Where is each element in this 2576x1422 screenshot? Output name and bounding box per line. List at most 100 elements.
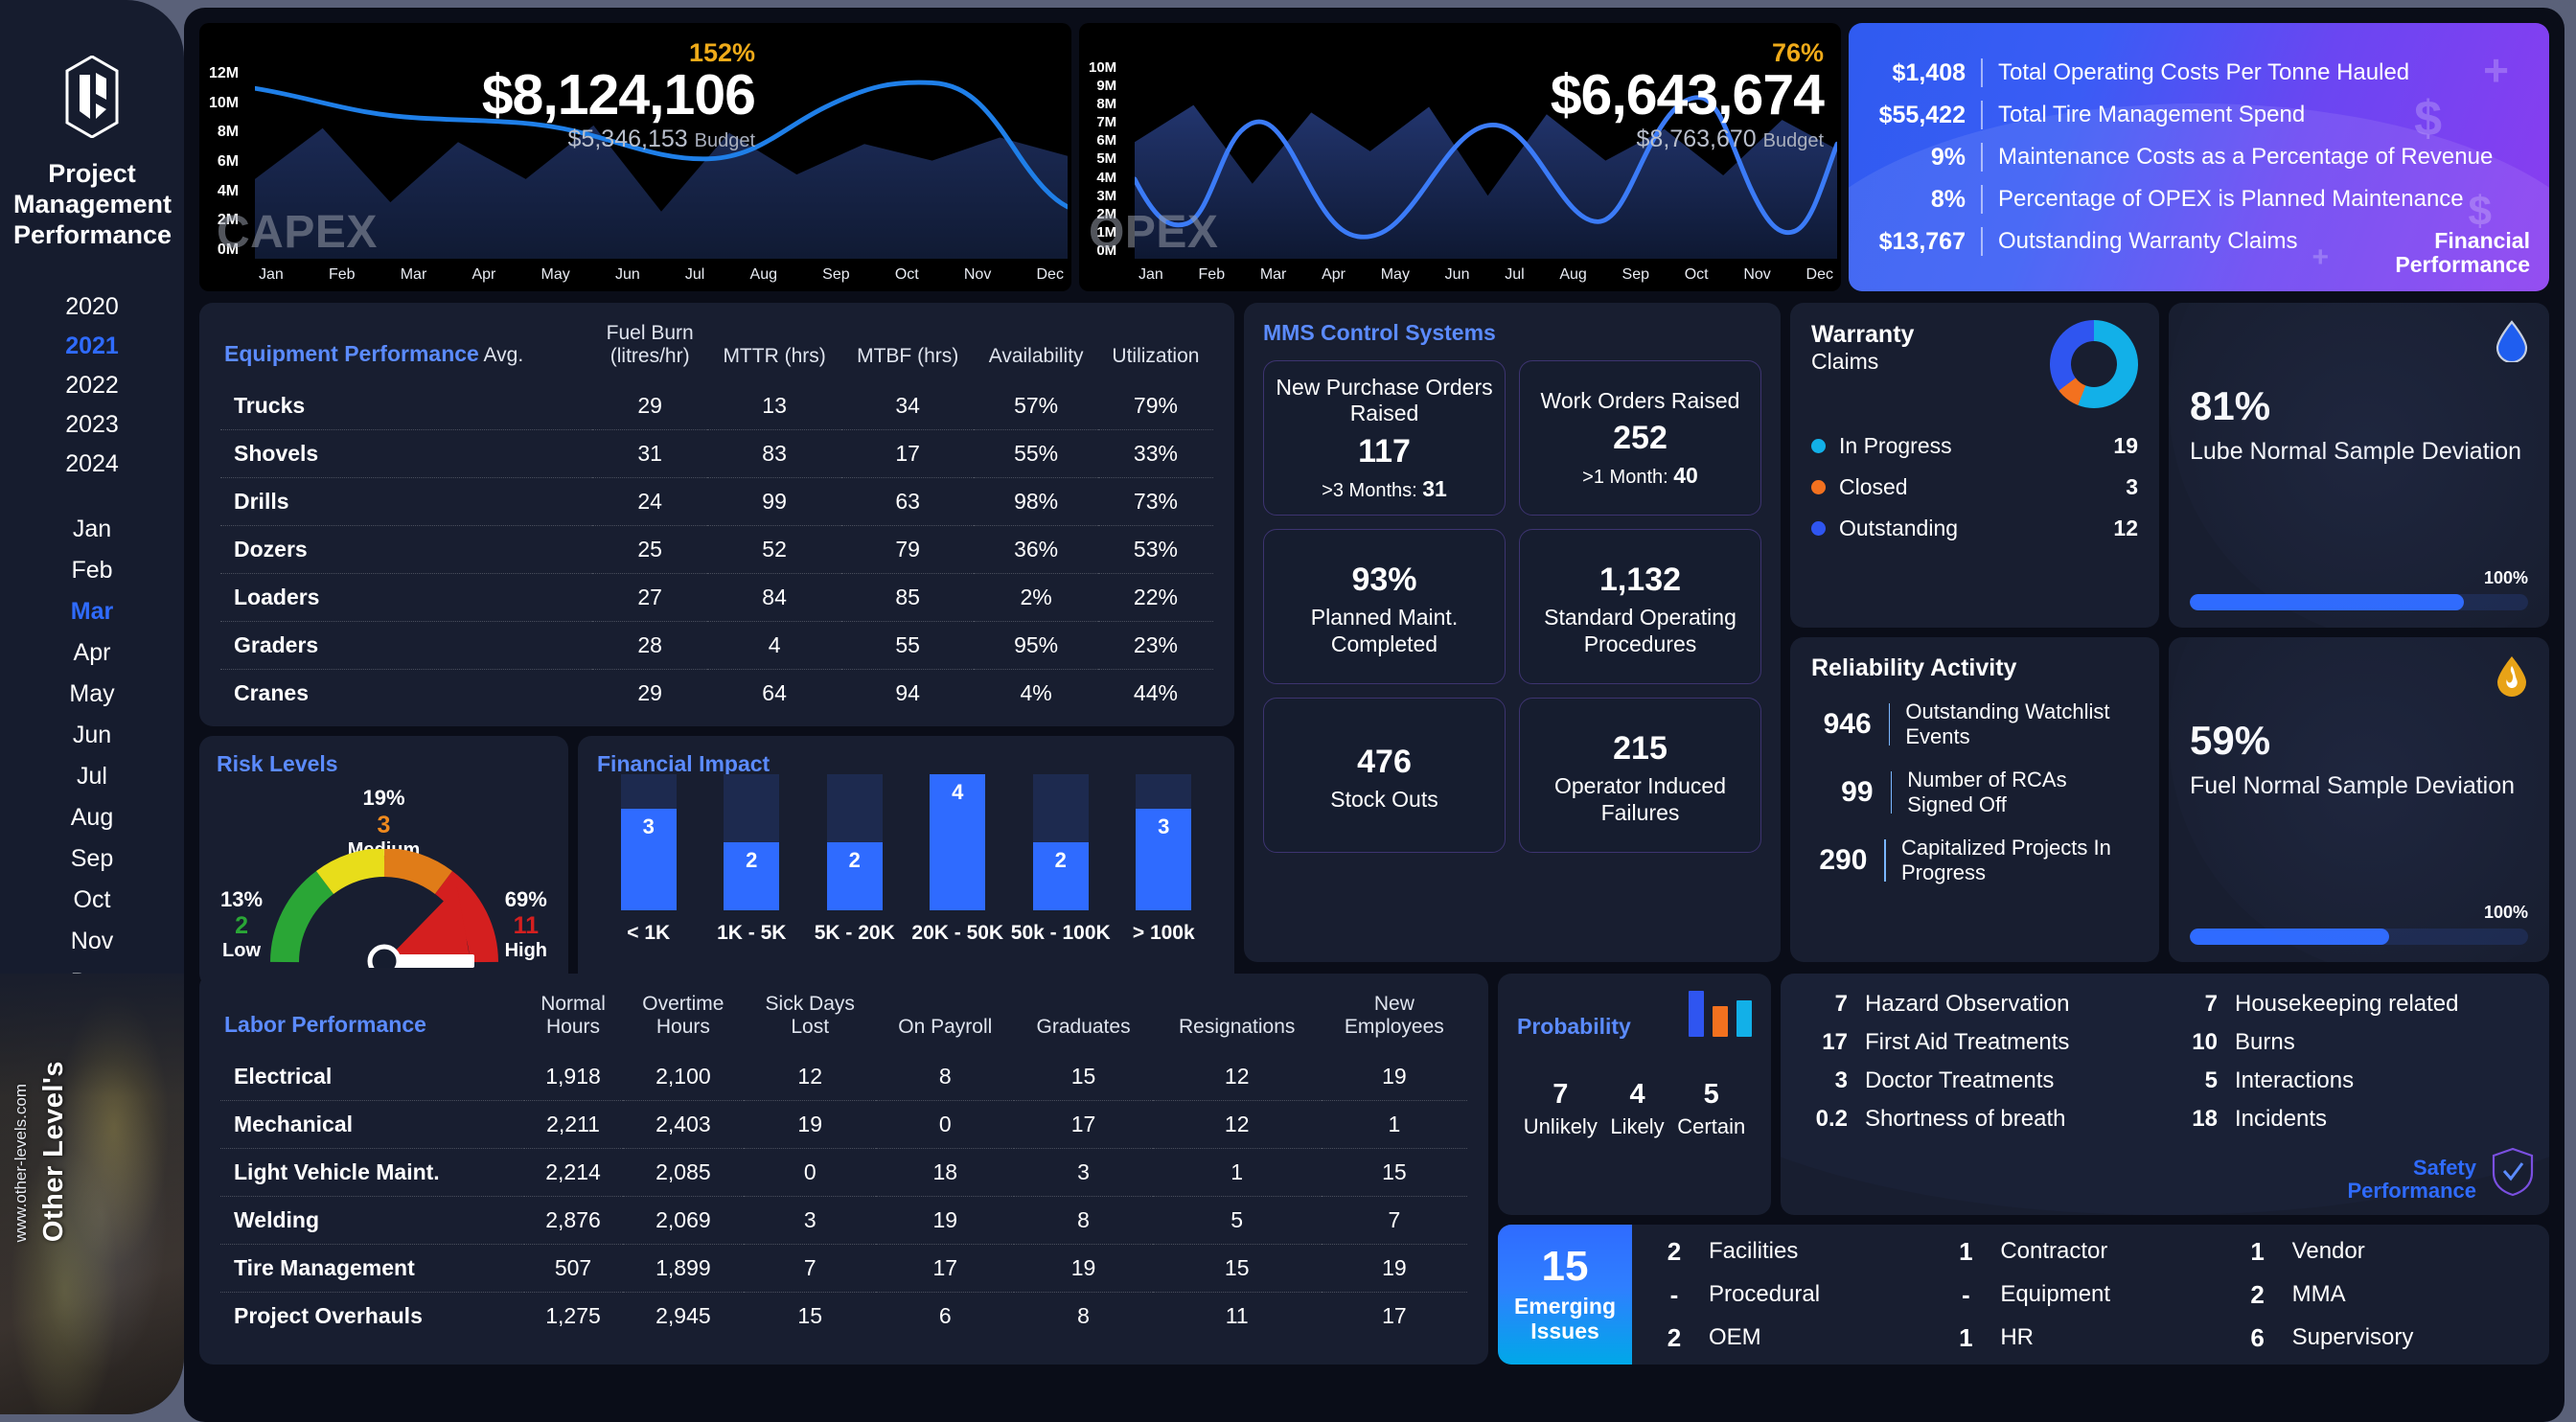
equipment-title-blue: Equipment Performance	[224, 341, 479, 366]
equipment-table-header: Equipment Performance Avg.Fuel Burn(litr…	[220, 320, 1213, 382]
capex-xtick: Aug	[750, 266, 777, 284]
mms-tile[interactable]: 1,132Standard Operating Procedures	[1519, 529, 1761, 684]
emerging-issues-panel: 15 EmergingIssues 2Facilities1Contractor…	[1498, 1225, 2549, 1365]
bar-label: < 1K	[627, 922, 670, 945]
warranty-legend-label: Outstanding	[1839, 516, 2113, 541]
sidebar-item-month-Nov[interactable]: Nov	[0, 921, 184, 962]
warranty-donut-chart[interactable]	[2050, 320, 2138, 408]
sidebar-item-month-Jan[interactable]: Jan	[0, 509, 184, 550]
emerging-issue-item: 2Facilities	[1653, 1237, 1944, 1267]
sidebar-item-month-Mar[interactable]: Mar	[0, 591, 184, 632]
mms-tile[interactable]: 93%Planned Maint. Completed	[1263, 529, 1506, 684]
equipment-row-name: Drills	[220, 478, 592, 526]
equipment-cell: 64	[707, 670, 841, 718]
opex-budget-value: $8,763,670	[1637, 126, 1757, 152]
equipment-cell: 99	[707, 478, 841, 526]
capex-xtick: Feb	[329, 266, 356, 284]
warranty-legend-label: Closed	[1839, 474, 2126, 500]
sidebar-item-month-Aug[interactable]: Aug	[0, 797, 184, 838]
reliability-label: Number of RCAs Signed Off	[1907, 768, 2138, 818]
labor-cell: 18	[876, 1149, 1014, 1197]
emerging-issue-label: Equipment	[1987, 1281, 2110, 1308]
mms-tile[interactable]: New Purchase Orders Raised117>3 Months: …	[1263, 360, 1506, 516]
labor-cell: 3	[744, 1197, 876, 1245]
emerging-issue-value: 1	[1944, 1323, 1987, 1353]
labor-table-title: Labor Performance	[220, 991, 524, 1053]
labor-cell: 1,918	[524, 1053, 623, 1101]
probability-value: 4	[1610, 1079, 1664, 1111]
safety-value: 0.2	[1804, 1106, 1865, 1133]
labor-cell: 15	[744, 1293, 876, 1341]
mms-tile-number: 1,132	[1599, 562, 1681, 599]
sidebar-item-year-2022[interactable]: 2022	[0, 366, 184, 405]
labor-cell: 6	[876, 1293, 1014, 1341]
reliability-label: Capitalized Projects In Progress	[1901, 836, 2138, 886]
risk-low-count: 2	[220, 911, 263, 940]
table-row: Welding2,8762,069319857	[220, 1197, 1467, 1245]
table-row: Graders2845595%23%	[220, 622, 1213, 670]
sidebar-item-month-Sep[interactable]: Sep	[0, 838, 184, 880]
mid-row: Equipment Performance Avg.Fuel Burn(litr…	[190, 291, 2559, 962]
labor-cell: 2,069	[623, 1197, 745, 1245]
lube-deviation-panel: 81% Lube Normal Sample Deviation 100%	[2169, 303, 2549, 628]
flame-icon	[2496, 654, 2528, 701]
probability-cell: 5Certain	[1677, 1079, 1745, 1139]
sidebar-item-year-2021[interactable]: 2021	[0, 327, 184, 366]
emerging-issue-value: 6	[2237, 1323, 2279, 1353]
emerging-issue-label: Vendor	[2279, 1238, 2365, 1265]
equipment-cell: 36%	[974, 526, 1098, 574]
sidebar-item-year-2023[interactable]: 2023	[0, 405, 184, 445]
equipment-cell: 29	[592, 382, 707, 430]
risk-medium-count: 3	[348, 811, 421, 839]
safety-row: 3Doctor Treatments	[1804, 1067, 2156, 1094]
sidebar-item-month-Feb[interactable]: Feb	[0, 550, 184, 591]
safety-value: 7	[2174, 991, 2235, 1018]
warranty-legend-value: 19	[2113, 433, 2138, 459]
labor-cell: 12	[744, 1053, 876, 1101]
legend-dot-icon	[1811, 480, 1826, 494]
bar-track: 3	[1136, 774, 1191, 910]
mms-tile[interactable]: Work Orders Raised252>1 Month: 40	[1519, 360, 1761, 516]
opex-xtick: Feb	[1199, 266, 1226, 284]
fuel-progress: 100%	[2190, 903, 2528, 945]
sidebar-item-month-May[interactable]: May	[0, 674, 184, 715]
month-filter-list: JanFebMarAprMayJunJulAugSepOctNovDec	[0, 509, 184, 1003]
opex-xtick: Apr	[1322, 266, 1346, 284]
opex-chart-card[interactable]: 10M9M8M7M6M5M4M3M2M1M0M OPEX 76%	[1079, 23, 1841, 291]
labor-column-header: Sick DaysLost	[744, 991, 876, 1053]
emerging-issue-label: Procedural	[1695, 1281, 1820, 1308]
sidebar-item-year-2020[interactable]: 2020	[0, 287, 184, 327]
sidebar-item-month-Jun[interactable]: Jun	[0, 715, 184, 756]
capex-ytick: 10M	[209, 95, 239, 112]
labor-cell: 2,100	[623, 1053, 745, 1101]
col-line-2: Hours	[528, 1016, 619, 1039]
capex-chart-card[interactable]: 12M10M8M6M4M2M0M CAPEX 152%	[199, 23, 1071, 291]
emerging-issues-count: 15	[1542, 1246, 1589, 1288]
divider	[1891, 771, 1893, 814]
labor-cell: 2,085	[623, 1149, 745, 1197]
legend-dot-icon	[1811, 521, 1826, 536]
risk-gauge[interactable]: 19% 3 Medium 13% 2 Low 69% 1	[217, 780, 551, 972]
labor-cell: 2,214	[524, 1149, 623, 1197]
sidebar-item-month-Jul[interactable]: Jul	[0, 756, 184, 797]
equipment-cell: 53%	[1098, 526, 1213, 574]
lube-progress-fill	[2190, 594, 2464, 610]
sidebar-item-month-Apr[interactable]: Apr	[0, 632, 184, 674]
warranty-legend-row: Closed3	[1811, 474, 2138, 500]
mms-tile-title: Work Orders Raised	[1541, 388, 1740, 415]
warranty-legend-row: In Progress19	[1811, 433, 2138, 459]
mms-tile[interactable]: 215Operator Induced Failures	[1519, 698, 1761, 853]
equipment-cell: 24	[592, 478, 707, 526]
emerging-issue-value: 1	[1944, 1237, 1987, 1267]
mms-tile[interactable]: 476Stock Outs	[1263, 698, 1506, 853]
opex-xtick: May	[1381, 266, 1410, 284]
capex-x-axis: JanFebMarAprMayJunJulAugSepOctNovDec	[259, 266, 1064, 284]
sidebar-item-year-2024[interactable]: 2024	[0, 445, 184, 484]
equipment-row-name: Cranes	[220, 670, 592, 718]
opex-xtick: Jan	[1138, 266, 1163, 284]
probability-panel: Probability 7Unlikely4Likely5Certain	[1498, 974, 1771, 1215]
sidebar-item-month-Oct[interactable]: Oct	[0, 880, 184, 921]
labor-column-header: On Payroll	[876, 991, 1014, 1053]
emerging-issue-label: Supervisory	[2279, 1324, 2414, 1351]
capex-xtick: Jul	[685, 266, 704, 284]
